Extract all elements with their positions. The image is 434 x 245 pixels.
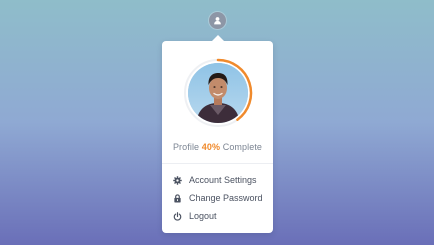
power-icon [172,211,182,221]
dropdown-caret [212,35,224,41]
menu-item-label: Change Password [189,193,263,203]
profile-photo [188,63,248,123]
avatar[interactable] [188,63,248,123]
progress-suffix: Complete [222,142,263,152]
progress-percent: 40% [201,142,221,152]
menu-item-label: Account Settings [189,175,257,185]
lock-icon [172,193,182,203]
user-icon [213,16,222,25]
profile-progress-text: Profile 40% Complete [162,142,273,152]
menu-item-account-settings[interactable]: Account Settings [162,171,273,189]
menu-item-label: Logout [189,211,217,221]
profile-dropdown: Profile 40% Complete Account Settings Ch… [162,35,273,233]
gear-icon [172,175,182,185]
profile-menu: Account Settings Change Password Logout [162,171,273,225]
menu-divider [162,163,273,164]
progress-prefix: Profile [172,142,200,152]
menu-item-logout[interactable]: Logout [162,207,273,225]
menu-item-change-password[interactable]: Change Password [162,189,273,207]
profile-progress-ring [182,57,254,129]
user-menu-button[interactable] [209,12,226,29]
